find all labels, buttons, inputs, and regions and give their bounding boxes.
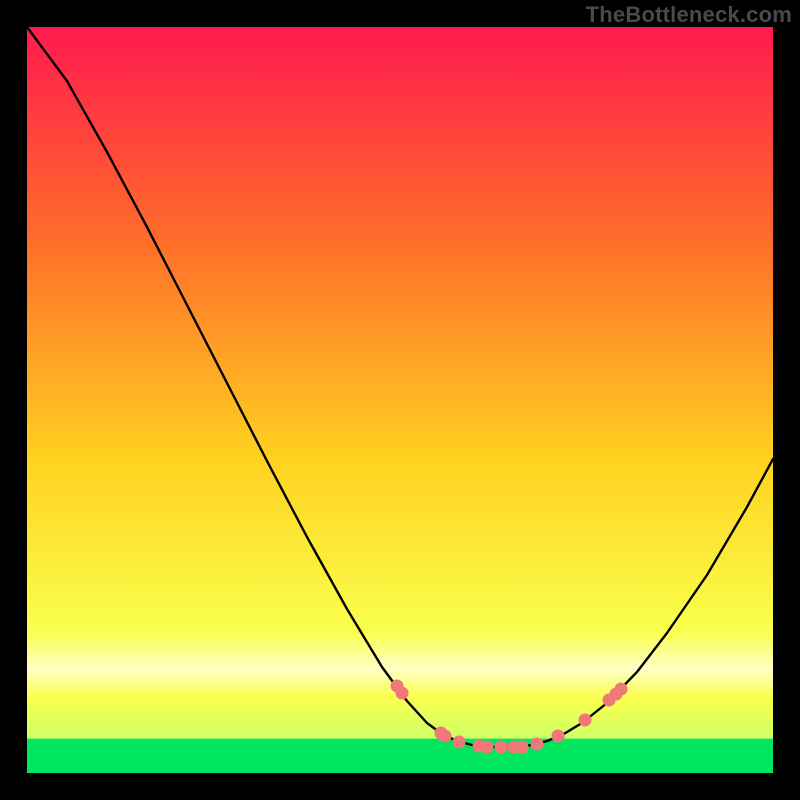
data-dot — [615, 683, 628, 696]
data-dot — [439, 730, 452, 743]
data-dot — [552, 730, 565, 743]
bottleneck-curve — [27, 27, 773, 773]
data-dot — [495, 741, 508, 754]
data-dot — [579, 714, 592, 727]
data-dot — [516, 741, 529, 754]
data-dot — [453, 736, 466, 749]
data-dot — [396, 687, 409, 700]
attribution-label: TheBottleneck.com — [586, 2, 792, 28]
curve-path — [27, 27, 773, 747]
data-dot — [481, 741, 494, 754]
data-dot — [531, 738, 544, 751]
chart-frame — [27, 27, 773, 773]
